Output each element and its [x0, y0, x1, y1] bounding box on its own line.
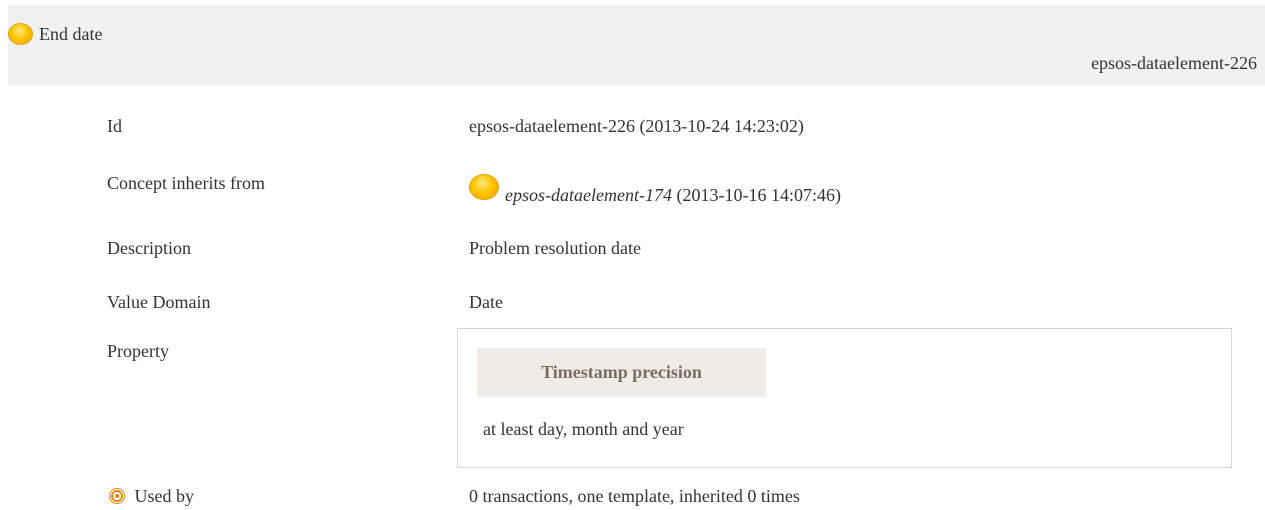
concept-title-text: End date: [39, 23, 103, 44]
concept-title: End date: [8, 23, 102, 45]
concept-header: End date epsos-dataelement-226: [8, 5, 1265, 85]
value-domain-label: Value Domain: [107, 292, 211, 312]
target-icon: [109, 488, 125, 504]
inherits-date: (2013-10-16 14:07:46): [676, 185, 841, 205]
inherits-label: Concept inherits from: [107, 173, 265, 193]
used-by-value: 0 transactions, one template, inherited …: [469, 486, 800, 506]
used-by-label: Used by: [134, 486, 195, 506]
inherits-link[interactable]: epsos-dataelement-174: [505, 185, 672, 205]
inherits-value: epsos-dataelement-174 (2013-10-16 14:07:…: [469, 167, 841, 206]
id-label: Id: [107, 116, 122, 136]
used-by-label-wrap: Used by: [109, 486, 194, 507]
property-box: Timestamp precision at least day, month …: [457, 328, 1232, 468]
value-domain-value: Date: [469, 292, 503, 312]
id-value: epsos-dataelement-226 (2013-10-24 14:23:…: [469, 116, 804, 136]
property-name: Timestamp precision: [477, 348, 766, 397]
description-label: Description: [107, 238, 191, 258]
description-value: Problem resolution date: [469, 238, 641, 258]
status-dot-icon: [469, 173, 499, 200]
concept-id: epsos-dataelement-226: [1091, 53, 1257, 73]
property-label: Property: [107, 341, 169, 361]
status-dot-icon: [8, 23, 33, 45]
property-value: at least day, month and year: [483, 419, 684, 439]
